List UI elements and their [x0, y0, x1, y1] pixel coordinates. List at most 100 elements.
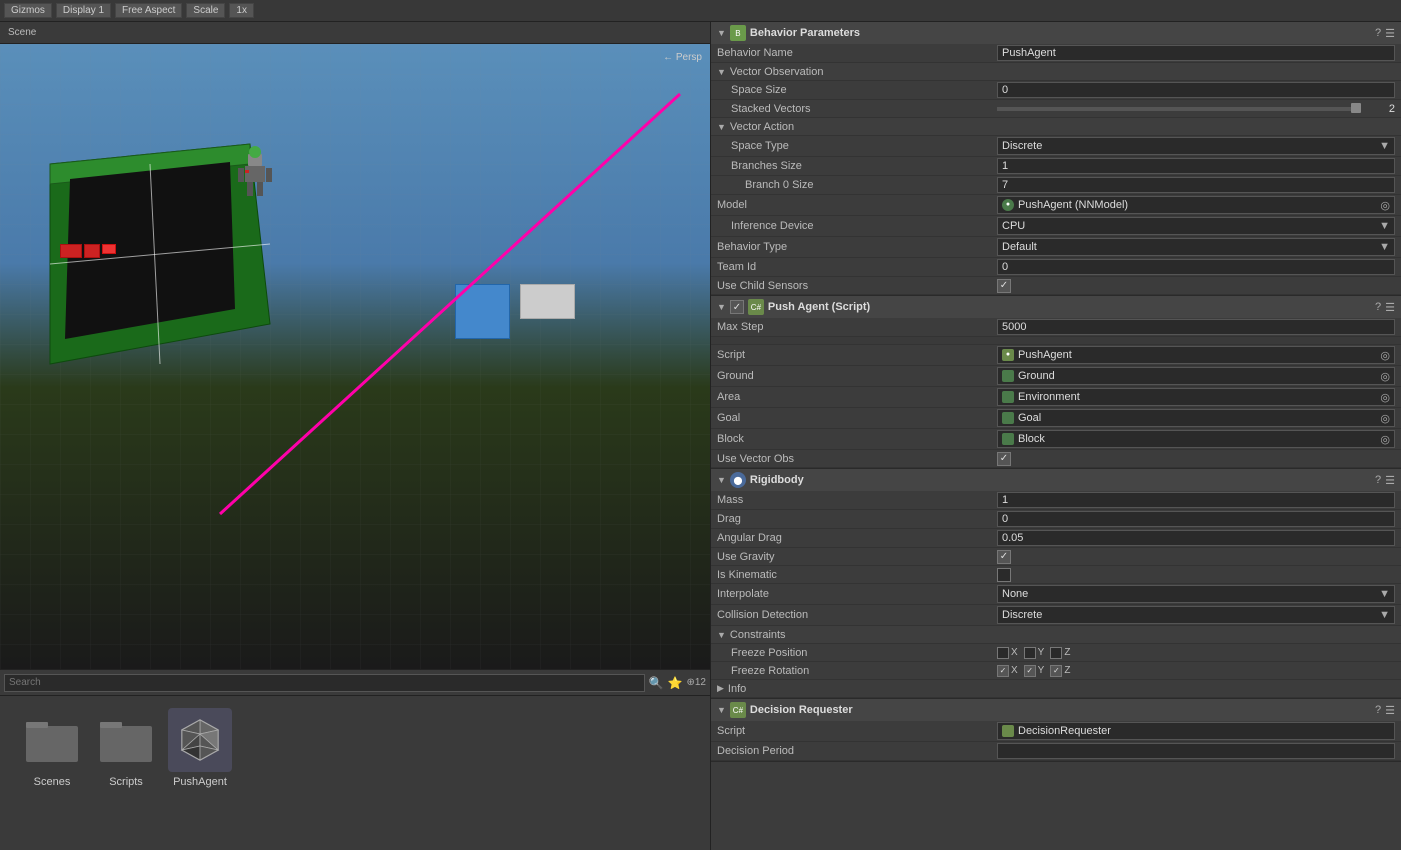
dr-decision-period-input[interactable]	[997, 743, 1395, 759]
behavior-type-row: Behavior Type Default ▼	[711, 237, 1401, 258]
fp-y-check: Y	[1024, 647, 1045, 659]
space-type-row: Space Type Discrete ▼	[711, 136, 1401, 157]
dr-help-icon[interactable]: ?	[1375, 704, 1381, 716]
freeze-rotation-row: Freeze Rotation ✓ X ✓ Y ✓ Z	[711, 662, 1401, 680]
behavior-params-section: ▼ B Behavior Parameters ? ☰ Behavior Nam…	[711, 22, 1401, 296]
fp-x-checkbox[interactable]	[997, 647, 1009, 659]
fp-z-checkbox[interactable]	[1050, 647, 1062, 659]
branch0-size-label: Branch 0 Size	[717, 179, 997, 191]
space-type-label: Space Type	[717, 140, 997, 152]
toolbar-aspect[interactable]: Free Aspect	[115, 3, 182, 18]
branch0-size-input[interactable]	[997, 177, 1395, 193]
fp-y-checkbox[interactable]	[1024, 647, 1036, 659]
behavior-name-row: Behavior Name	[711, 44, 1401, 63]
behavior-params-header[interactable]: ▼ B Behavior Parameters ? ☰	[711, 22, 1401, 44]
scene-icon-1[interactable]: 🔍	[649, 676, 664, 690]
bp-icon: B	[730, 25, 746, 41]
behavior-type-dropdown[interactable]: Default ▼	[997, 238, 1395, 256]
asset-pushagent[interactable]: PushAgent	[168, 708, 232, 788]
asset-scripts[interactable]: Scripts	[94, 708, 158, 788]
vector-action-arrow: ▼	[717, 122, 726, 132]
toolbar-scale[interactable]: Scale	[186, 3, 225, 18]
script-link-icon[interactable]: ◎	[1380, 349, 1390, 362]
red-objects	[60, 244, 116, 258]
decision-requester-header[interactable]: ▼ C# Decision Requester ? ☰	[711, 699, 1401, 721]
rb-icon: ⬤	[730, 472, 746, 488]
use-child-sensors-label: Use Child Sensors	[717, 280, 997, 292]
space-size-input[interactable]	[997, 82, 1395, 98]
max-step-input[interactable]	[997, 319, 1395, 335]
pa-help-icon[interactable]: ?	[1375, 301, 1381, 313]
use-child-sensors-checkbox[interactable]: ✓	[997, 279, 1011, 293]
freeze-rotation-checks: ✓ X ✓ Y ✓ Z	[997, 665, 1070, 677]
ground-icon	[1002, 370, 1014, 382]
mass-input[interactable]	[997, 492, 1395, 508]
area-link-icon[interactable]: ◎	[1380, 391, 1390, 404]
team-id-input[interactable]	[997, 259, 1395, 275]
space-type-arrow: ▼	[1379, 140, 1390, 152]
behavior-name-input[interactable]	[997, 45, 1395, 61]
block-row: Block Block ◎	[711, 429, 1401, 450]
is-kinematic-checkbox[interactable]	[997, 568, 1011, 582]
dr-script-icon	[1002, 725, 1014, 737]
inference-device-dropdown[interactable]: CPU ▼	[997, 217, 1395, 235]
branches-size-input[interactable]	[997, 158, 1395, 174]
fr-x-checkbox[interactable]: ✓	[997, 665, 1009, 677]
slider-track[interactable]	[997, 107, 1361, 111]
use-vector-obs-checkbox[interactable]: ✓	[997, 452, 1011, 466]
goal-link-icon[interactable]: ◎	[1380, 412, 1390, 425]
asset-scenes[interactable]: Scenes	[20, 708, 84, 788]
interpolate-dropdown[interactable]: None ▼	[997, 585, 1395, 603]
block-link-icon[interactable]: ◎	[1380, 433, 1390, 446]
scene-view: ← Persp	[0, 44, 710, 669]
block-icon	[1002, 433, 1014, 445]
space-type-dropdown[interactable]: Discrete ▼	[997, 137, 1395, 155]
constraints-arrow: ▼	[717, 630, 726, 640]
blue-cube	[455, 284, 510, 339]
vector-action-row: ▼ Vector Action	[711, 118, 1401, 136]
model-link-icon[interactable]: ◎	[1380, 199, 1390, 212]
stacked-vectors-slider-row: 2	[997, 103, 1395, 115]
freeze-position-label: Freeze Position	[717, 647, 997, 659]
fr-y-checkbox[interactable]: ✓	[1024, 665, 1036, 677]
toolbar-gizmos[interactable]: Gizmos	[4, 3, 52, 18]
push-agent-header[interactable]: ▼ ✓ C# Push Agent (Script) ? ☰	[711, 296, 1401, 318]
dr-decision-period-row: Decision Period	[711, 742, 1401, 761]
scripts-label: Scripts	[109, 776, 143, 788]
rigidbody-header[interactable]: ▼ ⬤ Rigidbody ? ☰	[711, 469, 1401, 491]
bp-menu-icon[interactable]: ☰	[1385, 27, 1395, 40]
model-value: PushAgent (NNModel)	[1018, 199, 1376, 211]
dr-script-label: Script	[717, 725, 997, 737]
use-gravity-checkbox[interactable]: ✓	[997, 550, 1011, 564]
pa-menu-icon[interactable]: ☰	[1385, 301, 1395, 314]
drag-input[interactable]	[997, 511, 1395, 527]
goal-icon	[1002, 412, 1014, 424]
constraints-label: Constraints	[730, 629, 786, 641]
pa-checkbox[interactable]: ✓	[730, 300, 744, 314]
scene-toolbar-label: Scene	[8, 27, 36, 38]
persp-label: ← Persp	[663, 52, 702, 63]
collision-detection-dropdown[interactable]: Discrete ▼	[997, 606, 1395, 624]
fp-x-check: X	[997, 647, 1018, 659]
toolbar-1x[interactable]: 1x	[229, 3, 254, 18]
goal-label: Goal	[717, 412, 997, 424]
assets-panel: Scenes Scripts	[0, 695, 710, 850]
dr-menu-icon[interactable]: ☰	[1385, 704, 1395, 717]
pushagent-label: PushAgent	[173, 776, 227, 788]
goal-row: Goal Goal ◎	[711, 408, 1401, 429]
fr-z-checkbox[interactable]: ✓	[1050, 665, 1062, 677]
ground-link-icon[interactable]: ◎	[1380, 370, 1390, 383]
inspector-panel: ▼ B Behavior Parameters ? ☰ Behavior Nam…	[710, 22, 1401, 850]
team-id-label: Team Id	[717, 261, 997, 273]
info-row[interactable]: ▶ Info	[711, 680, 1401, 698]
rb-menu-icon[interactable]: ☰	[1385, 474, 1395, 487]
scripts-folder-icon	[94, 708, 158, 772]
rb-help-icon[interactable]: ?	[1375, 474, 1381, 486]
bp-help-icon[interactable]: ?	[1375, 27, 1381, 39]
scene-icon-2[interactable]: ⭐	[668, 676, 683, 690]
angular-drag-input[interactable]	[997, 530, 1395, 546]
stacked-vectors-value: 2	[1365, 103, 1395, 115]
search-input[interactable]	[4, 674, 645, 692]
toolbar-display[interactable]: Display 1	[56, 3, 111, 18]
slider-thumb[interactable]	[1351, 103, 1361, 113]
